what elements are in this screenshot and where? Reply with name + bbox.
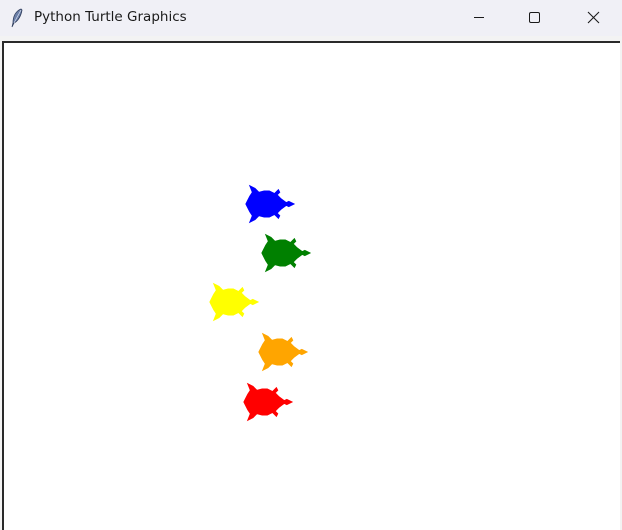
turtle-orange: [258, 332, 309, 372]
minimize-button[interactable]: [456, 0, 502, 36]
turtle-canvas: [209, 184, 312, 422]
maximize-icon: [529, 12, 540, 23]
title-bar[interactable]: Python Turtle Graphics: [0, 0, 622, 36]
turtle-red: [243, 382, 294, 422]
maximize-button[interactable]: [511, 0, 557, 36]
window-title: Python Turtle Graphics: [34, 9, 187, 25]
close-icon: [587, 11, 600, 24]
turtle-window: Python Turtle Graphics: [0, 0, 622, 530]
minimize-icon: [474, 17, 484, 18]
turtle-canvas-area[interactable]: [2, 41, 620, 530]
close-button[interactable]: [570, 0, 616, 36]
turtle-yellow: [209, 282, 260, 322]
turtle-green: [261, 233, 312, 273]
feather-icon: [10, 8, 24, 28]
turtle-blue: [245, 184, 296, 224]
